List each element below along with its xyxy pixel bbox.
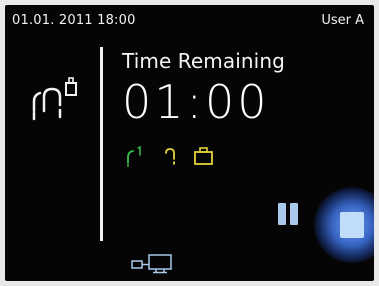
- connection-icon[interactable]: [131, 253, 181, 275]
- phase-icons: [122, 145, 232, 169]
- pause-button[interactable]: [275, 200, 301, 228]
- phase-3-icon: [194, 147, 213, 165]
- pause-icon: [278, 203, 286, 225]
- stop-button[interactable]: [326, 199, 374, 251]
- program-icon: [26, 75, 86, 125]
- phase-1-icon: [127, 145, 141, 167]
- status-bar: 01.01. 2011 18:00 User A: [5, 5, 374, 33]
- pause-icon-bar: [290, 203, 298, 225]
- divider: [100, 47, 103, 241]
- user-label[interactable]: User A: [321, 13, 364, 28]
- device-screen: 01.01. 2011 18:00 User A Time Remaining …: [5, 5, 374, 281]
- stop-icon: [340, 212, 364, 238]
- datetime-label: 01.01. 2011 18:00: [12, 13, 136, 28]
- time-remaining-label: Time Remaining: [122, 49, 285, 73]
- phase-2-icon: [165, 148, 175, 165]
- timer-display: 01:00: [122, 75, 270, 129]
